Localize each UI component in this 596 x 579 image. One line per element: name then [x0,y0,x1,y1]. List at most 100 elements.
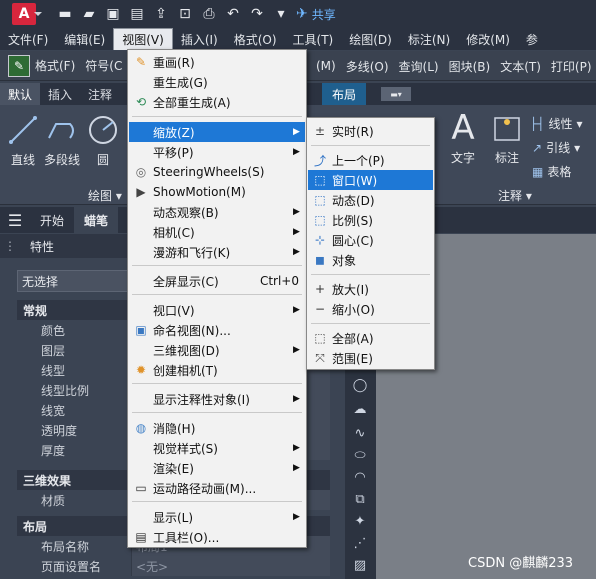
prop-label: 线宽 [17,400,131,420]
grip-icon[interactable]: ⋮ [4,239,16,253]
menu-item-label: 视口(V) [153,303,195,318]
menu-item-regen-all[interactable]: ⟲ 全部重生成(A) [129,92,305,112]
toolbar-m[interactable]: (M) [311,59,341,73]
dimension-tool[interactable]: 标注 [490,111,524,166]
zoom-extents[interactable]: ⤧ 范围(E) [308,348,433,368]
menu-item-hide[interactable]: ◍ 消隐(H) [129,418,305,438]
menu-item-pan[interactable]: 平移(P) ▶ [129,142,305,162]
prop-row-page-setup[interactable]: 页面设置名 <无> [17,556,330,576]
menu-item-redraw[interactable]: ✎ 重画(R) [129,52,305,72]
text-tool[interactable]: A 文字 [446,108,480,166]
zoom-out[interactable]: − 缩小(O) [308,299,433,319]
menu-item-3d-views[interactable]: 三维视图(D) ▶ [129,340,305,360]
insert-block-icon[interactable]: ⧉ [351,490,369,508]
toolbar-format[interactable]: 格式(F) [30,57,80,74]
ellipse-icon[interactable]: ⬭ [351,446,369,464]
menu-item-visual-styles[interactable]: 视觉样式(S) ▶ [129,438,305,458]
menu-file[interactable]: 文件(F) [0,28,56,50]
submenu-item-label: 缩小(O) [332,302,375,317]
menu-view[interactable]: 视图(V) [113,28,173,50]
zoom-realtime[interactable]: ± 实时(R) [308,121,433,141]
share-button[interactable]: ✈ 共享 [296,6,336,23]
toolbar-print[interactable]: 打印(P) [546,58,596,75]
zoom-all-icon: ⬚ [314,331,326,345]
menu-item-walk-fly[interactable]: 漫游和飞行(K) ▶ [129,242,305,262]
zoom-dynamic[interactable]: ⬚ 动态(D) [308,190,433,210]
menu-item-orbit[interactable]: 动态观察(B) ▶ [129,202,305,222]
tab-current-drawing[interactable]: 蜡笔 [74,207,119,233]
tab-insert[interactable]: 插入 [40,83,80,105]
linear-button[interactable]: ├┤ 线性 ▾ [530,115,583,132]
menu-tools[interactable]: 工具(T) [285,28,342,50]
menu-item-camera[interactable]: 相机(C) ▶ [129,222,305,242]
hatch-icon[interactable]: ▨ [351,556,369,574]
toolbar-block[interactable]: 图块(B) [444,58,496,75]
save-as-icon[interactable]: ▤ [128,5,146,23]
polyline-tool[interactable]: 多段线 [44,113,80,168]
selection-dropdown[interactable]: 无选择 [17,270,131,292]
spline-icon[interactable]: ∿ [351,424,369,442]
open-folder-icon[interactable]: ▰ [80,5,98,23]
customize-dropdown-icon[interactable]: ▾ [272,5,290,23]
menu-item-zoom[interactable]: 缩放(Z) ▶ [129,122,305,142]
menu-item-named-views[interactable]: ▣ 命名视图(N)... [129,320,305,340]
menu-parametric[interactable]: 参 [518,28,546,50]
app-logo-letter: A [18,6,30,22]
menu-item-create-camera[interactable]: ✹ 创建相机(T) [129,360,305,380]
zoom-scale[interactable]: ⬚ 比例(S) [308,210,433,230]
menu-format[interactable]: 格式(O) [226,28,285,50]
hamburger-menu-icon[interactable]: ☰ [0,207,30,233]
menu-item-motion-path[interactable]: ▭ 运动路径动画(M)... [129,478,305,498]
leader-button[interactable]: ↗ 引线 ▾ [532,139,580,156]
zoom-object[interactable]: ◼ 对象 [308,250,433,270]
toolbar-text[interactable]: 文本(T) [495,58,546,75]
menu-item-label: 缩放(Z) [153,125,195,140]
menu-item-showmotion[interactable]: ▶ ShowMotion(M) [129,182,305,202]
menu-draw[interactable]: 绘图(D) [341,28,400,50]
menu-item-steeringwheels[interactable]: ◎ SteeringWheels(S) [129,162,305,182]
undo-icon[interactable]: ↶ [224,5,242,23]
revcloud-icon[interactable]: ☁ [351,400,369,418]
toolbar-multiline[interactable]: 多线(O) [341,58,394,75]
tab-layout[interactable]: 布局 [322,83,367,105]
circle-tool-icon[interactable]: ◯ [351,376,369,394]
app-menu-button[interactable]: A [12,3,42,25]
menu-item-regen[interactable]: 重生成(G) [129,72,305,92]
make-block-icon[interactable]: ✦ [351,512,369,530]
menu-edit[interactable]: 编辑(E) [56,28,113,50]
menu-item-fullscreen[interactable]: 全屏显示(C) Ctrl+0 [129,271,305,291]
zoom-previous[interactable]: ⤴ 上一个(P) [308,150,433,170]
zoom-center[interactable]: ⊹ 圆心(C) [308,230,433,250]
menu-item-viewports[interactable]: 视口(V) ▶ [129,300,305,320]
tab-start[interactable]: 开始 [30,207,74,233]
new-file-icon[interactable]: ▬ [56,5,74,23]
draw-panel-title[interactable]: 绘图 ▾ [88,187,122,204]
menu-item-render[interactable]: 渲染(E) ▶ [129,458,305,478]
line-tool[interactable]: 直线 [6,113,40,168]
menu-item-display[interactable]: 显示(L) ▶ [129,507,305,527]
zoom-in[interactable]: + 放大(I) [308,279,433,299]
menu-insert[interactable]: 插入(I) [173,28,226,50]
table-button[interactable]: ▦ 表格 [532,163,571,180]
tab-default[interactable]: 默认 [0,83,41,105]
point-icon[interactable]: ⋰ [351,534,369,552]
export-icon[interactable]: ⇪ [152,5,170,23]
toolbar-inquiry[interactable]: 查询(L) [394,58,444,75]
redo-icon[interactable]: ↷ [248,5,266,23]
web-icon[interactable]: ⊡ [176,5,194,23]
zoom-window[interactable]: ⬚ 窗口(W) [308,170,433,190]
toolbar-symbol[interactable]: 符号(C [80,57,127,74]
tab-annotate[interactable]: 注释 [80,83,120,105]
ribbon-options-dropdown[interactable]: ▬▾ [381,87,411,101]
circle-tool[interactable]: 圆 [86,113,120,168]
save-icon[interactable]: ▣ [104,5,122,23]
zoom-all[interactable]: ⬚ 全部(A) [308,328,433,348]
menu-item-annotation-objects[interactable]: 显示注释性对象(I) ▶ [129,389,305,409]
annotation-panel-title[interactable]: 注释 ▾ [498,187,532,204]
menu-item-toolbars[interactable]: ▤ 工具栏(O)... [129,527,305,547]
express-tools-icon[interactable]: ✎ [8,54,30,77]
print-icon[interactable]: ⎙ [200,5,218,23]
ellipse-arc-icon[interactable]: ◠ [351,468,369,486]
menu-modify[interactable]: 修改(M) [458,28,518,50]
menu-dimension[interactable]: 标注(N) [400,28,458,50]
